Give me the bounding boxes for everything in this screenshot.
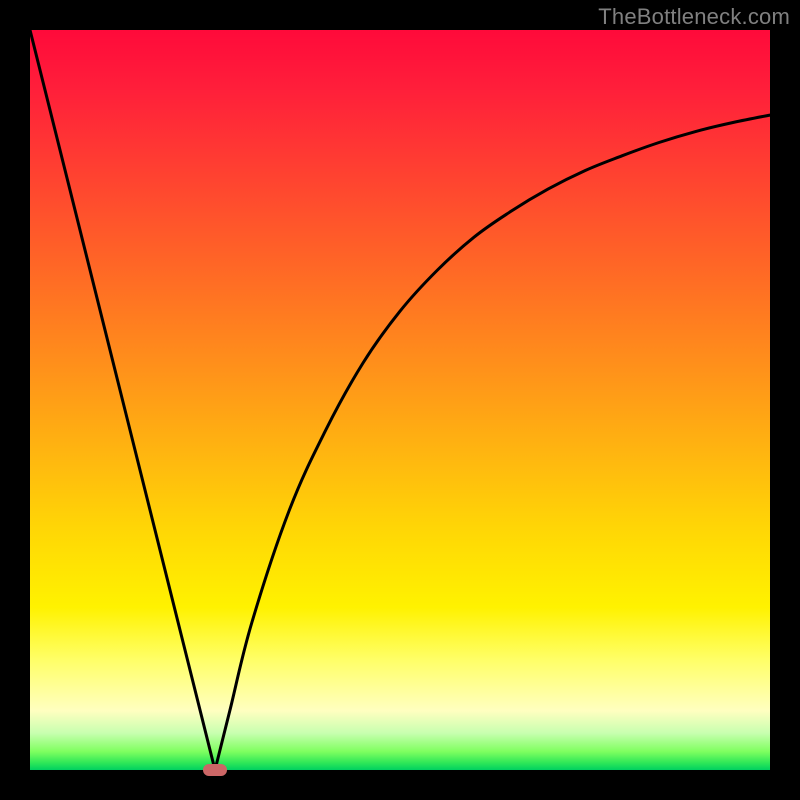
bottleneck-curve [30, 30, 770, 770]
curve-left-branch [30, 30, 215, 770]
chart-frame: TheBottleneck.com [0, 0, 800, 800]
curve-right-branch [215, 115, 770, 770]
plot-area [30, 30, 770, 770]
watermark-text: TheBottleneck.com [598, 4, 790, 30]
optimum-marker [203, 764, 227, 776]
